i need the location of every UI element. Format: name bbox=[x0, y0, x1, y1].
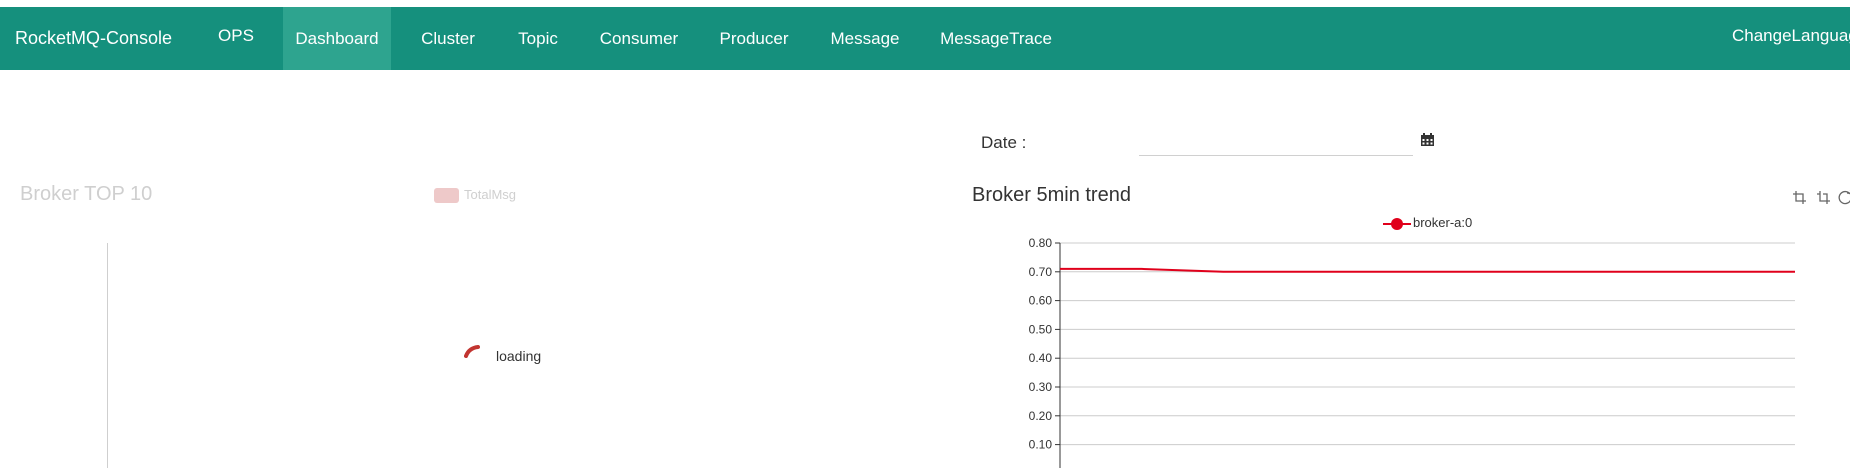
nav-messagetrace[interactable]: MessageTrace bbox=[934, 7, 1058, 70]
nav-producer[interactable]: Producer bbox=[712, 7, 796, 70]
nav-topic[interactable]: Topic bbox=[502, 7, 574, 70]
y-tick-label: 0.40 bbox=[1029, 351, 1053, 365]
calendar-icon[interactable] bbox=[1420, 132, 1435, 147]
y-tick-label: 0.70 bbox=[1029, 265, 1053, 279]
broker-trend-title: Broker 5min trend bbox=[972, 184, 1131, 206]
nav-cluster[interactable]: Cluster bbox=[406, 7, 490, 70]
y-tick-label: 0.80 bbox=[1029, 236, 1053, 250]
trend-chart: 0.800.700.600.500.400.300.200.100.00 bbox=[1029, 236, 1795, 468]
y-tick-label: 0.60 bbox=[1029, 294, 1053, 308]
loading-text: loading bbox=[496, 348, 542, 364]
date-input[interactable] bbox=[1139, 125, 1413, 156]
broker-a-legend-icon[interactable] bbox=[1382, 214, 1412, 234]
y-tick-label: 0.10 bbox=[1029, 438, 1053, 452]
nav-consumer[interactable]: Consumer bbox=[592, 7, 686, 70]
nav-ops[interactable]: OPS bbox=[203, 7, 269, 70]
date-label: Date : bbox=[981, 133, 1027, 152]
loading-spinner-icon bbox=[464, 345, 480, 358]
zoom-icon[interactable] bbox=[1792, 190, 1807, 205]
restore-icon[interactable] bbox=[1838, 190, 1850, 205]
change-language-button[interactable]: ChangeLanguag bbox=[1732, 7, 1850, 70]
broker-top10-title: Broker TOP 10 bbox=[20, 183, 153, 205]
series-line-broker-a:0 bbox=[1060, 267, 1795, 273]
brand-link[interactable]: RocketMQ-Console bbox=[15, 7, 172, 70]
broker-a-legend-label[interactable]: broker-a:0 bbox=[1413, 215, 1472, 230]
y-tick-label: 0.50 bbox=[1029, 322, 1053, 336]
zoom-reset-icon[interactable] bbox=[1816, 190, 1831, 205]
totalmsg-legend-label[interactable]: TotalMsg bbox=[464, 187, 516, 202]
top-strip bbox=[0, 0, 1850, 7]
nav-dashboard[interactable]: Dashboard bbox=[283, 7, 391, 70]
totalmsg-legend-swatch[interactable] bbox=[434, 188, 459, 203]
y-tick-label: 0.30 bbox=[1029, 380, 1053, 394]
nav-message[interactable]: Message bbox=[822, 7, 908, 70]
navbar: RocketMQ-Console OPS Dashboard Cluster T… bbox=[0, 7, 1850, 70]
y-tick-label: 0.20 bbox=[1029, 409, 1053, 423]
top10-y-axis bbox=[107, 243, 108, 468]
